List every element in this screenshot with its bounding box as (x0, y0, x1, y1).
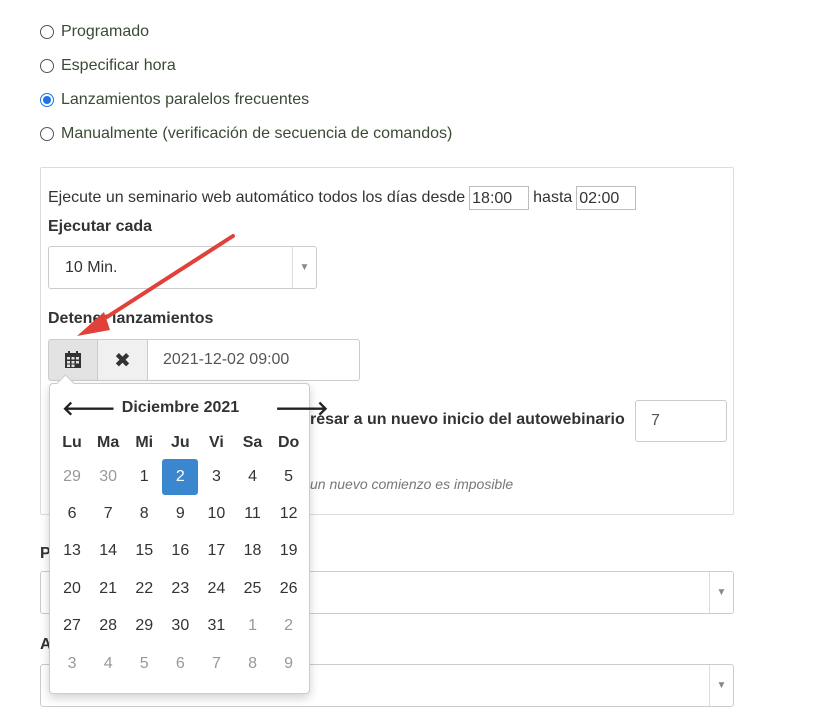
time-to-input[interactable]: 02:00 (576, 186, 637, 210)
hasta-text: hasta (533, 189, 573, 206)
daily-schedule-line: Ejecute un seminario web automático todo… (48, 186, 640, 210)
calendar-day[interactable]: 29 (126, 608, 162, 644)
calendar-day[interactable]: 8 (126, 496, 162, 532)
calendar-day[interactable]: 4 (90, 646, 126, 682)
calendar-button[interactable] (48, 339, 98, 381)
calendar-day[interactable]: 3 (198, 459, 234, 495)
calendar-day[interactable]: 25 (234, 571, 270, 607)
calendar-day[interactable]: 13 (54, 533, 90, 569)
calendar-day[interactable]: 6 (162, 646, 198, 682)
stop-date-picker: ✖ 2021-12-02 09:00 (48, 339, 360, 381)
calendar-day[interactable]: 18 (234, 533, 270, 569)
calendar-day[interactable]: 3 (54, 646, 90, 682)
chevron-down-icon: ▼ (709, 665, 733, 706)
radio-especificar-hora[interactable]: Especificar hora (40, 57, 176, 75)
calendar-day[interactable]: 31 (198, 608, 234, 644)
calendar-day[interactable]: 2 (271, 608, 307, 644)
radio-button[interactable] (40, 25, 54, 39)
calendar-day[interactable]: 9 (162, 496, 198, 532)
calendar-week-row: 20 21 22 23 24 25 26 (54, 570, 307, 607)
calendar-week-row: 3456789 (54, 645, 307, 682)
chevron-down-icon: ▼ (292, 247, 316, 288)
close-icon: ✖ (114, 349, 131, 372)
calendar-day[interactable]: 10 (198, 496, 234, 532)
weekday-label: Vi (209, 434, 224, 451)
calendar-day[interactable]: 5 (126, 646, 162, 682)
calendar-day[interactable]: 12 (271, 496, 307, 532)
interval-select-value: 10 Min. (65, 258, 118, 276)
calendar-day[interactable]: 16 (162, 533, 198, 569)
calendar-day[interactable]: 24 (198, 571, 234, 607)
calendar-day[interactable]: 5 (271, 459, 307, 495)
calendar-day[interactable]: 19 (271, 533, 307, 569)
radio-label: Especificar hora (61, 57, 176, 74)
calendar-day[interactable]: 8 (234, 646, 270, 682)
weekday-label: Do (277, 434, 300, 451)
time-from-input[interactable]: 18:00 (469, 186, 530, 210)
calendar-day[interactable]: 6 (54, 496, 90, 532)
calendar-day[interactable]: 4 (234, 459, 270, 495)
calendar-day[interactable]: 28 (90, 608, 126, 644)
calendar-day[interactable]: 7 (90, 496, 126, 532)
clear-date-button[interactable]: ✖ (98, 339, 148, 381)
regresar-input[interactable]: 7 (635, 400, 727, 442)
weekday-label: Ju (170, 434, 190, 451)
calendar-week-row: 27 28 29 30 31 1 2 (54, 608, 307, 645)
calendar-day[interactable]: 14 (90, 533, 126, 569)
calendar-week-row: 29 30 1 2 3 4 5 (54, 458, 307, 495)
arrow-left-icon[interactable]: 🡐 (62, 396, 116, 421)
calendar-day[interactable]: 30 (162, 608, 198, 644)
radio-programado[interactable]: Programado (40, 23, 149, 41)
calendar-day[interactable]: 15 (126, 533, 162, 569)
radio-button[interactable] (40, 127, 54, 141)
calendar-day[interactable]: 21 (90, 571, 126, 607)
chevron-down-icon: ▼ (709, 572, 733, 613)
radio-lanzamientos-paralelos[interactable]: Lanzamientos paralelos frecuentes (40, 91, 309, 109)
calendar-day-selected[interactable]: 2 (162, 458, 199, 495)
schedule-text: Ejecute un seminario web automático todo… (48, 189, 466, 206)
calendar-week-row: 13 14 15 16 17 18 19 (54, 533, 307, 570)
calendar-title: Diciembre 2021 (121, 399, 240, 416)
radio-label: Manualmente (verificación de secuencia d… (61, 125, 453, 142)
radio-label: Programado (61, 23, 150, 40)
weekday-label: Sa (242, 434, 263, 451)
calendar-day[interactable]: 22 (126, 571, 162, 607)
ejecutar-cada-label: Ejecutar cada (48, 218, 153, 235)
radio-button-checked[interactable] (40, 93, 54, 107)
calendar-day[interactable]: 30 (90, 459, 126, 495)
calendar-popup: 🡐 Diciembre 2021 🡒 Lu Ma Mi Ju Vi Sa Do 29 30 1 2 3… (49, 383, 329, 694)
stop-date-input[interactable]: 2021-12-02 09:00 (148, 339, 360, 381)
calendar-day[interactable]: 1 (126, 459, 162, 495)
arrow-right-icon[interactable]: 🡒 (275, 396, 329, 421)
interval-select[interactable]: 10 Min. ▼ (48, 246, 317, 289)
regresar-label: resar a un nuevo inicio del autowebinari… (310, 411, 625, 428)
calendar-week-row: 6 7 8 9 10 11 12 (54, 495, 307, 532)
calendar-weekday-header: Lu Ma Mi Ju Vi Sa Do (54, 428, 307, 458)
weekday-label: Lu (62, 434, 82, 451)
calendar-grid: Lu Ma Mi Ju Vi Sa Do 29 30 1 2 3 4 5 6 7 8 9 10 11 12 13 14 15 1… (54, 428, 307, 682)
calendar-header: 🡐 Diciembre 2021 🡒 (50, 394, 329, 422)
radio-button[interactable] (40, 59, 54, 73)
calendar-day[interactable]: 7 (198, 646, 234, 682)
weekday-label: Ma (97, 434, 120, 451)
radio-manualmente[interactable]: Manualmente (verificación de secuencia d… (40, 125, 452, 143)
calendar-day[interactable]: 9 (271, 646, 307, 682)
calendar-day[interactable]: 29 (54, 459, 90, 495)
calendar-day[interactable]: 1 (234, 608, 270, 644)
calendar-day[interactable]: 27 (54, 608, 90, 644)
weekday-label: Mi (135, 434, 154, 451)
radio-label: Lanzamientos paralelos frecuentes (61, 91, 310, 108)
impossible-note: un nuevo comienzo es imposible (310, 476, 514, 492)
detener-label: Detener lanzamientos (48, 310, 214, 327)
calendar-day[interactable]: 17 (198, 533, 234, 569)
calendar-day[interactable]: 23 (162, 571, 198, 607)
calendar-day[interactable]: 11 (234, 496, 270, 532)
calendar-day[interactable]: 20 (54, 571, 90, 607)
calendar-icon (65, 351, 81, 368)
calendar-day[interactable]: 26 (271, 571, 307, 607)
